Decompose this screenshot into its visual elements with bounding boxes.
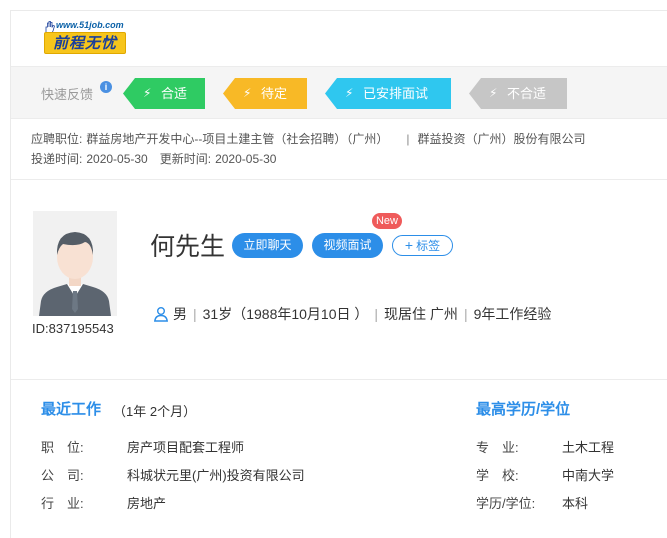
education-title: 最高学历/学位	[476, 401, 571, 418]
edu-row-degree: 学历/学位: 本科	[476, 496, 589, 511]
edu-row-school: 学 校: 中南大学	[476, 468, 615, 483]
work-row-industry: 行 业: 房地产	[41, 496, 167, 511]
updated-label: 更新时间:	[159, 152, 212, 166]
recent-work-title: 最近工作	[41, 401, 102, 418]
residence: 现居住 广州	[384, 306, 458, 322]
feedback-suitable-button[interactable]: ⚡ 合适	[123, 78, 205, 109]
quick-feedback-bar: 快速反馈 i ⚡ 合适 ⚡ 待定 ⚡ 已安排面试 ⚡ 不合适	[11, 66, 667, 119]
lightning-icon: ⚡	[243, 86, 252, 100]
plus-icon: +	[404, 237, 414, 253]
gender: 男	[173, 306, 187, 322]
updated-value: 2020-05-30	[215, 152, 277, 166]
logo-url: www.51job.com	[56, 20, 124, 30]
candidate-name: 何先生	[150, 233, 226, 261]
lightning-icon: ⚡	[489, 86, 498, 100]
logo-brand: 前程无忧	[44, 32, 126, 54]
user-icon	[154, 307, 168, 322]
feedback-label: 快速反馈	[41, 87, 94, 102]
edu-row-major: 专 业: 土木工程	[476, 440, 615, 455]
divider	[11, 179, 667, 180]
feedback-pending-button[interactable]: ⚡ 待定	[223, 78, 307, 109]
candidate-basics: 男 | 31岁（1988年10月10日 ） | 现居住 广州 | 9年工作经验	[153, 304, 551, 324]
work-row-position: 职 位: 房产项目配套工程师	[41, 440, 245, 455]
work-experience: 9年工作经验	[473, 306, 552, 322]
feedback-unsuitable-button[interactable]: ⚡ 不合适	[469, 78, 567, 109]
logo[interactable]: www.51job.com 前程无忧	[42, 20, 126, 54]
age: 31岁（1988年10月10日 ）	[202, 306, 369, 322]
info-icon[interactable]: i	[100, 81, 112, 93]
chat-now-button[interactable]: 立即聊天	[232, 233, 303, 258]
new-badge: New	[372, 213, 402, 229]
feedback-interview-arranged-button[interactable]: ⚡ 已安排面试	[325, 78, 451, 109]
recent-work-duration: （1年 2个月）	[113, 404, 197, 419]
company-value: 群益投资（广州）股份有限公司	[417, 132, 586, 146]
separator: |	[193, 306, 197, 322]
lightning-icon: ⚡	[143, 86, 152, 100]
avatar	[33, 211, 117, 316]
separator: |	[374, 306, 379, 322]
delivered-label: 投递时间:	[31, 152, 83, 166]
add-tag-button[interactable]: + 标签	[392, 235, 453, 256]
lightning-icon: ⚡	[345, 86, 354, 100]
resume-id: ID:837195543	[32, 321, 114, 336]
video-interview-button[interactable]: 视频面试	[312, 233, 383, 258]
resume-page: www.51job.com 前程无忧 快速反馈 i ⚡ 合适 ⚡ 待定 ⚡ 已安…	[10, 10, 667, 538]
delivered-value: 2020-05-30	[86, 152, 148, 166]
application-info: 应聘职位: 群益房地产开发中心--项目土建主管（社会招聘）（广州） | 群益投资（广州…	[31, 129, 661, 169]
separator: |	[463, 306, 468, 322]
work-row-company: 公 司: 科城状元里(广州)投资有限公司	[41, 468, 305, 483]
divider	[11, 379, 667, 380]
position-value[interactable]: 群益房地产开发中心--项目土建主管（社会招聘）（广州）	[86, 132, 388, 146]
separator: |	[406, 132, 410, 146]
position-label: 应聘职位:	[31, 132, 83, 146]
